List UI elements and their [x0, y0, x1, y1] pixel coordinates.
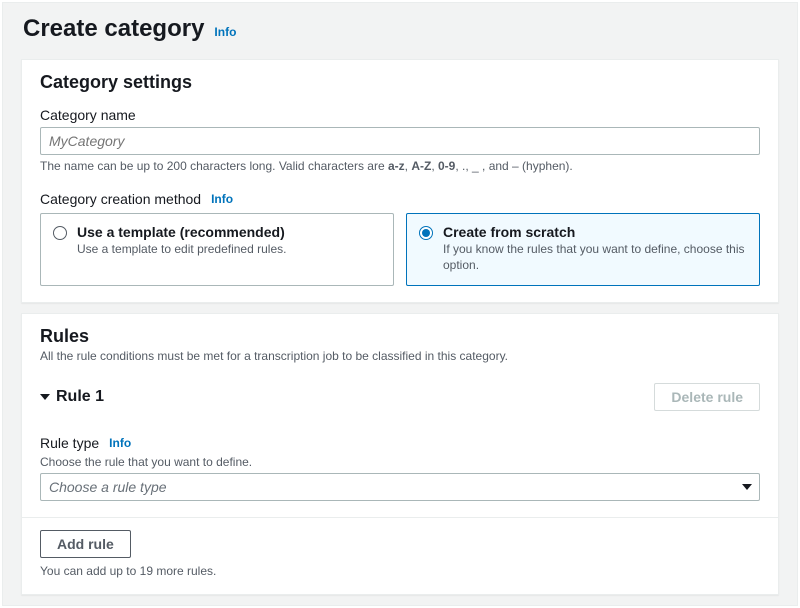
tile-desc: Use a template to edit predefined rules.	[77, 242, 286, 258]
creation-method-info-link[interactable]: Info	[211, 192, 233, 206]
rule-type-label: Rule type Info	[40, 435, 760, 451]
rules-subtext: All the rule conditions must be met for …	[40, 349, 760, 363]
category-name-hint: The name can be up to 200 characters lon…	[40, 159, 760, 173]
radio-icon	[419, 226, 433, 240]
rule-type-placeholder: Choose a rule type	[40, 473, 760, 501]
tile-create-from-scratch[interactable]: Create from scratch If you know the rule…	[406, 213, 760, 286]
tile-desc: If you know the rules that you want to d…	[443, 242, 747, 273]
category-settings-title: Category settings	[40, 72, 760, 93]
page-title: Create category	[23, 15, 204, 43]
radio-icon	[53, 226, 67, 240]
add-rule-hint: You can add up to 19 more rules.	[40, 564, 760, 578]
category-name-label: Category name	[40, 107, 760, 123]
page-info-link[interactable]: Info	[214, 25, 236, 39]
page-header: Create category Info	[3, 3, 797, 49]
category-settings-panel: Category settings Category name The name…	[21, 59, 779, 303]
rule-type-select[interactable]: Choose a rule type	[40, 473, 760, 501]
delete-rule-button[interactable]: Delete rule	[654, 383, 760, 411]
rule-1-toggle[interactable]: Rule 1	[40, 388, 104, 406]
chevron-down-icon	[40, 394, 50, 400]
tile-title: Create from scratch	[443, 224, 747, 240]
rules-panel: Rules All the rule conditions must be me…	[21, 313, 779, 595]
rule-type-desc: Choose the rule that you want to define.	[40, 455, 760, 469]
category-name-input[interactable]	[40, 127, 760, 155]
add-rule-button[interactable]: Add rule	[40, 530, 131, 558]
creation-method-label: Category creation method Info	[40, 191, 760, 207]
rules-title: Rules	[40, 326, 760, 347]
rule-type-info-link[interactable]: Info	[109, 436, 131, 450]
tile-use-template[interactable]: Use a template (recommended) Use a templ…	[40, 213, 394, 286]
tile-title: Use a template (recommended)	[77, 224, 286, 240]
rule-1-title: Rule 1	[56, 388, 104, 406]
